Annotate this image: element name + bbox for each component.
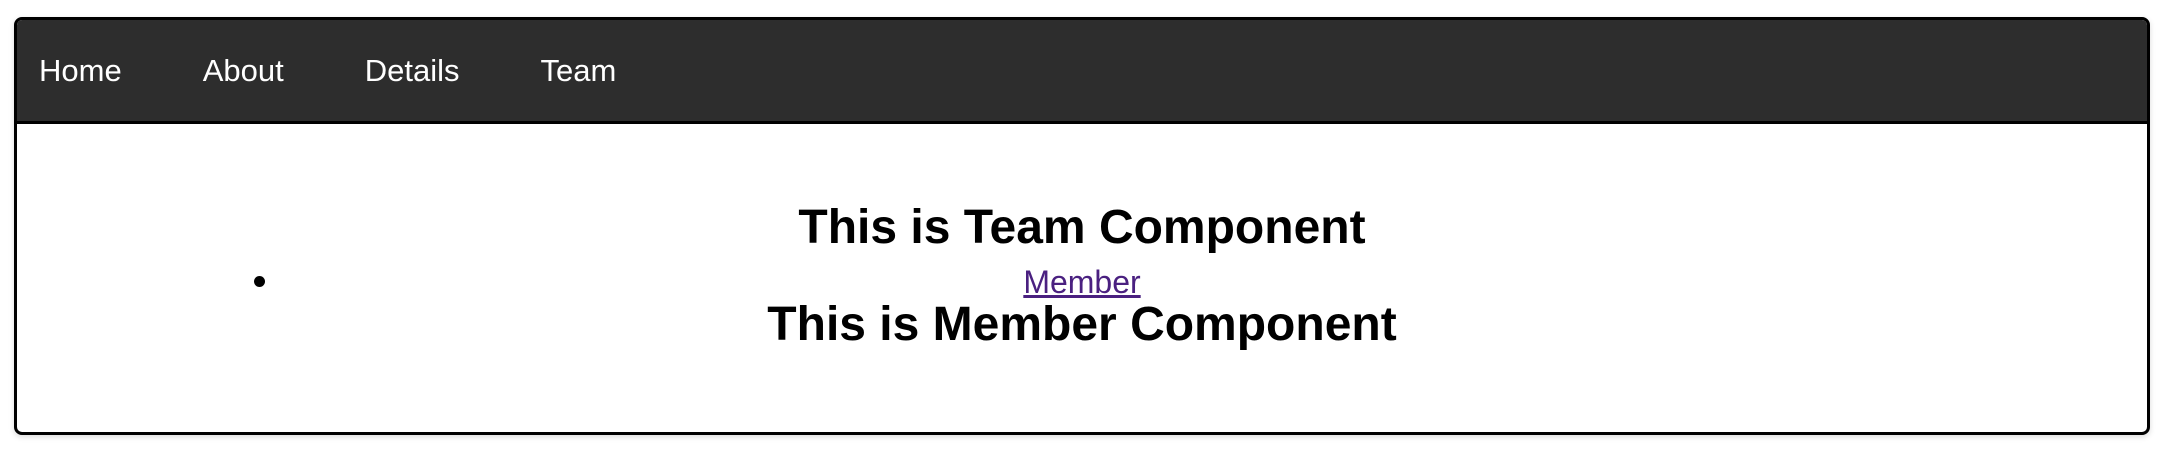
- app-window: Home About Details Team This is Team Com…: [14, 17, 2150, 435]
- member-heading: This is Member Component: [767, 298, 1397, 351]
- nav-link-about[interactable]: About: [203, 55, 284, 86]
- nav-link-details[interactable]: Details: [365, 55, 460, 86]
- nav-link-home[interactable]: Home: [39, 55, 122, 86]
- navbar: Home About Details Team: [17, 20, 2147, 124]
- member-list-item: Member: [17, 266, 2147, 298]
- member-link[interactable]: Member: [1023, 264, 1140, 300]
- nav-link-team[interactable]: Team: [540, 55, 616, 86]
- team-heading: This is Team Component: [798, 201, 1366, 254]
- main-content: This is Team Component Member This is Me…: [17, 124, 2147, 432]
